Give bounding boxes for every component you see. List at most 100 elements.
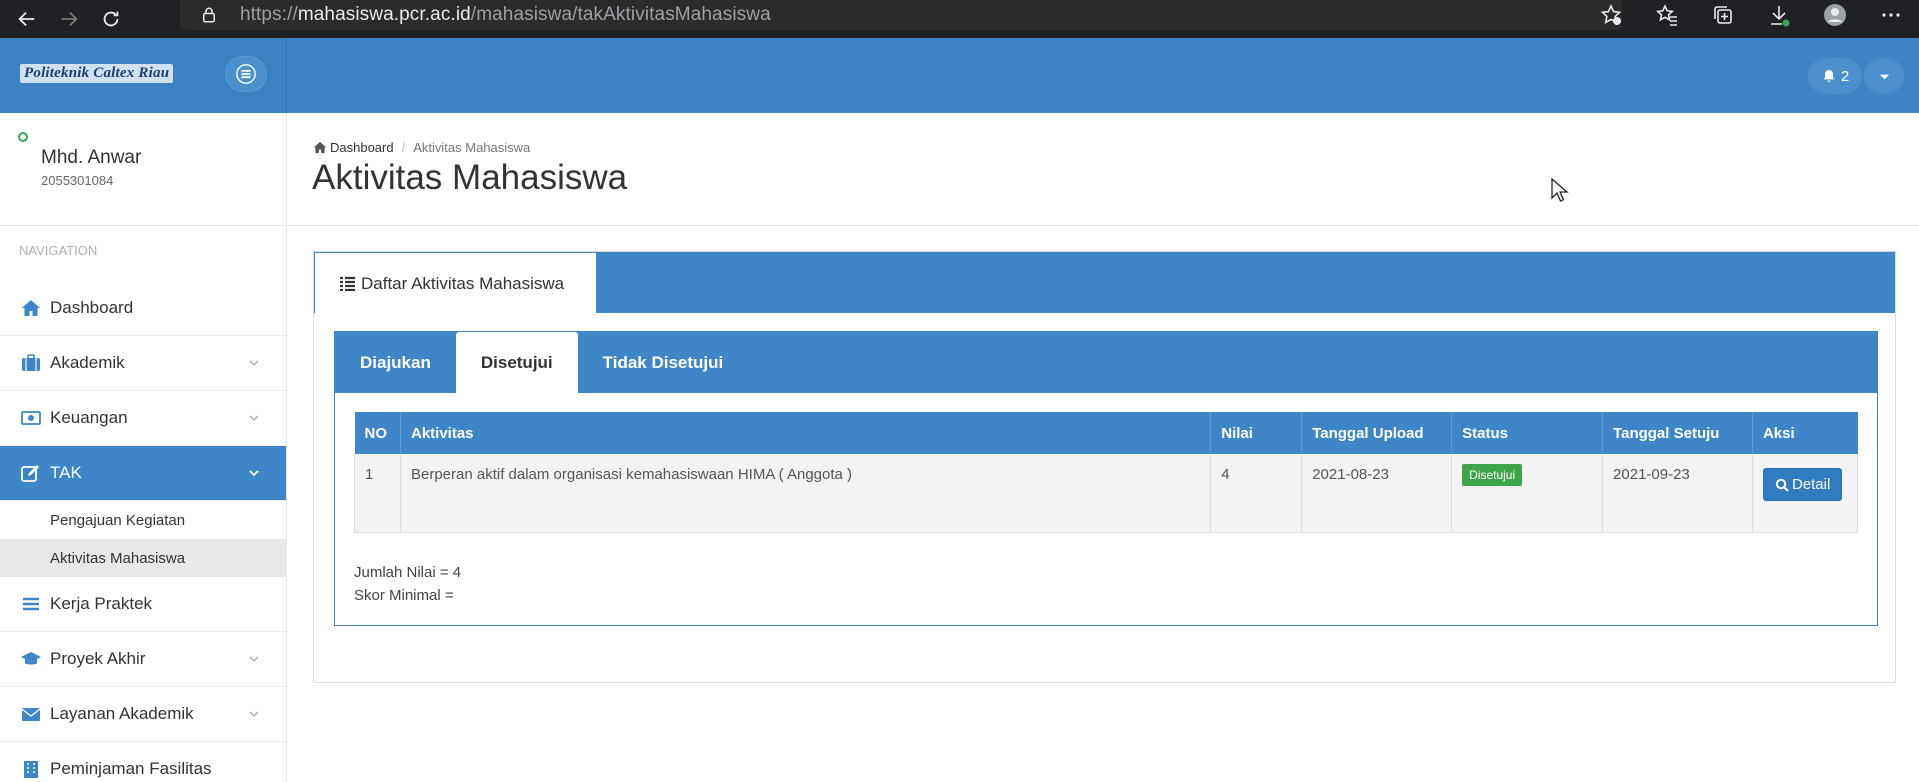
sidebar-toggle-button[interactable]: [225, 56, 267, 92]
notification-count: 2: [1840, 67, 1850, 85]
browser-actions: [1583, 0, 1919, 30]
search-icon: [1775, 478, 1789, 492]
cell-aktivitas: Berperan aktif dalam organisasi kemahasi…: [400, 454, 1212, 533]
tab-label: Daftar Aktivitas Mahasiswa: [361, 273, 565, 293]
url-path: /mahasiswa/takAktivitasMahasiswa: [470, 4, 771, 25]
activity-table: NO Aktivitas Nilai Tanggal Upload Status…: [354, 412, 1859, 533]
detail-button[interactable]: Detail: [1762, 468, 1843, 501]
back-button[interactable]: [12, 4, 42, 34]
user-panel: Mhd. Anwar 2055301084: [0, 113, 286, 226]
list-icon: [340, 276, 355, 291]
bars-icon: [18, 595, 44, 613]
sidebar-item-label: Kerja Praktek: [50, 594, 153, 613]
sidebar-subitem-aktivitas-mahasiswa[interactable]: Aktivitas Mahasiswa: [0, 539, 286, 577]
sidebar-item-dashboard[interactable]: Dashboard: [0, 281, 286, 336]
sidebar-item-label: TAK: [50, 463, 82, 482]
detail-button-label: Detail: [1791, 476, 1831, 493]
arrow-right-icon: [61, 11, 78, 27]
briefcase-icon: [18, 354, 44, 372]
sidebar-item-akademik[interactable]: Akademik: [0, 336, 286, 391]
breadcrumb: Dashboard / Aktivitas Mahasiswa: [313, 140, 530, 155]
column-header-status: Status: [1451, 412, 1604, 454]
sidebar-item-tak[interactable]: TAK: [0, 446, 286, 501]
tab-tidak-disetujui[interactable]: Tidak Disetujui: [578, 332, 749, 393]
column-header-nilai: Nilai: [1210, 412, 1303, 454]
cell-nilai: 4: [1210, 454, 1303, 533]
hamburger-icon: [236, 64, 256, 84]
favorites-icon: [1655, 4, 1677, 26]
caret-down-icon: [1879, 74, 1889, 79]
sidebar-item-proyek-akhir[interactable]: Proyek Akhir: [0, 632, 286, 687]
sidebar-item-label: Keuangan: [50, 408, 128, 427]
cell-status: Disetujui: [1451, 454, 1604, 533]
chevron-down-icon: [249, 470, 259, 477]
money-icon: [18, 409, 44, 427]
status-tabs: Diajukan Disetujui Tidak Disetujui: [335, 332, 1877, 394]
page-title: Aktivitas Mahasiswa: [312, 158, 628, 197]
sidebar-item-kerja-praktek[interactable]: Kerja Praktek: [0, 577, 286, 632]
column-header-tanggal-upload: Tanggal Upload: [1301, 412, 1453, 454]
table-header-row: NO Aktivitas Nilai Tanggal Upload Status…: [354, 412, 1858, 454]
sidebar-item-keuangan[interactable]: Keuangan: [0, 391, 286, 446]
collections-button[interactable]: [1695, 0, 1751, 30]
star-add-icon: [1600, 4, 1622, 25]
user-menu-button[interactable]: [1864, 58, 1904, 94]
profile-button[interactable]: [1807, 0, 1863, 30]
chevron-down-icon: [249, 656, 259, 662]
url-host: mahasiswa.pcr.ac.id: [297, 4, 471, 25]
skor-minimal: Skor Minimal =: [354, 587, 454, 604]
downloads-button[interactable]: [1751, 0, 1807, 30]
brand-area: Politeknik Caltex Riau: [0, 38, 287, 113]
reload-button[interactable]: [96, 4, 126, 34]
activity-box: Daftar Aktivitas Mahasiswa Diajukan Dise…: [313, 251, 1896, 683]
sidebar-item-label: Peminjaman Fasilitas: [50, 759, 212, 778]
collections-icon: [1714, 6, 1732, 24]
more-menu-button[interactable]: [1863, 0, 1919, 30]
sidebar-subitem-pengajuan-kegiatan[interactable]: Pengajuan Kegiatan: [0, 501, 286, 539]
column-header-aksi: Aksi: [1752, 412, 1858, 454]
mouse-cursor-icon: [1551, 178, 1569, 202]
url-scheme: https://: [240, 4, 298, 25]
tab-daftar-aktivitas[interactable]: Daftar Aktivitas Mahasiswa: [315, 253, 596, 314]
edit-icon: [18, 464, 44, 482]
home-icon: [313, 141, 327, 154]
lock-icon: [200, 6, 218, 24]
brand-logo[interactable]: Politeknik Caltex Riau: [20, 64, 174, 83]
column-header-aktivitas: Aktivitas: [400, 412, 1212, 454]
add-favorite-button[interactable]: [1583, 0, 1639, 30]
tab-disetujui[interactable]: Disetujui: [455, 332, 578, 394]
column-header-no: NO: [354, 412, 401, 454]
breadcrumb-separator: /: [401, 140, 406, 155]
chevron-down-icon: [249, 360, 259, 366]
profile-avatar-icon: [1824, 4, 1846, 26]
jumlah-nilai: Jumlah Nilai = 4: [354, 564, 462, 581]
table-row: 1 Berperan aktif dalam organisasi kemaha…: [354, 454, 1859, 533]
tab-diajukan[interactable]: Diajukan: [335, 332, 456, 393]
sidebar-item-layanan-akademik[interactable]: Layanan Akademik: [0, 687, 286, 742]
envelope-icon: [18, 705, 44, 723]
cell-tanggal-setuju: 2021-09-23: [1602, 454, 1753, 533]
content-header: Dashboard / Aktivitas Mahasiswa Aktivita…: [288, 113, 1919, 226]
user-name: Mhd. Anwar: [41, 147, 142, 168]
user-id: 2055301084: [41, 173, 114, 188]
sidebar-item-label: Dashboard: [50, 298, 134, 317]
cell-tanggal-upload: 2021-08-23: [1301, 454, 1453, 533]
notifications-button[interactable]: 2: [1808, 58, 1862, 94]
sidebar-item-label: Layanan Akademik: [50, 704, 194, 723]
online-status-icon: [18, 132, 28, 142]
chevron-down-icon: [249, 711, 259, 717]
breadcrumb-home-link[interactable]: Dashboard: [330, 140, 394, 155]
sidebar-item-peminjaman-fasilitas[interactable]: Peminjaman Fasilitas: [0, 742, 286, 782]
home-icon: [18, 299, 44, 317]
reload-icon: [103, 11, 119, 27]
status-tabs-panel: Diajukan Disetujui Tidak Disetujui NO Ak…: [334, 331, 1878, 626]
address-bar[interactable]: https://mahasiswa.pcr.ac.id/mahasiswa/ta…: [180, 0, 1622, 30]
graduation-cap-icon: [18, 650, 44, 668]
favorites-button[interactable]: [1639, 0, 1695, 30]
column-header-tanggal-setuju: Tanggal Setuju: [1602, 412, 1753, 454]
breadcrumb-current: Aktivitas Mahasiswa: [413, 140, 531, 155]
sidebar-item-label: Akademik: [50, 353, 125, 372]
browser-toolbar: https://mahasiswa.pcr.ac.id/mahasiswa/ta…: [0, 0, 1919, 38]
download-icon: [1771, 6, 1790, 27]
forward-button[interactable]: [54, 4, 84, 34]
